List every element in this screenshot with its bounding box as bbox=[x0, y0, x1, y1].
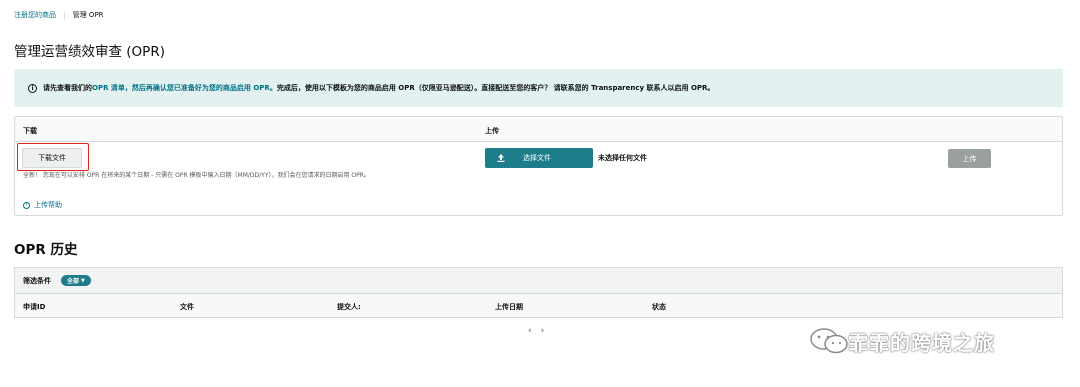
schedule-helper-text: 全新！ 您现在可以安排 OPR 在将来的某个日期 - 只需在 OPR 模板中输入… bbox=[23, 172, 370, 179]
upload-arrow-icon bbox=[497, 154, 505, 162]
column-header-file: 文件 bbox=[180, 303, 194, 311]
chevron-down-icon: ▼ bbox=[81, 277, 85, 284]
pagination-prev-icon[interactable]: ‹ bbox=[528, 326, 532, 336]
banner-text-part1: 请先查看我们的 bbox=[43, 84, 92, 92]
download-header: 下载 bbox=[23, 127, 37, 135]
column-header-request-id: 申请ID bbox=[23, 303, 46, 311]
filter-value: 全部 bbox=[67, 278, 80, 285]
info-icon: i bbox=[28, 83, 37, 93]
wechat-logo-icon bbox=[810, 328, 848, 354]
panel-header: 下载 上传 bbox=[15, 117, 1062, 142]
history-table-header: 申请ID 文件 提交人: 上传日期 状态 bbox=[14, 293, 1063, 318]
download-upload-panel: 下载 上传 下载文件 全新！ 您现在可以安排 OPR 在将来的某个日期 - 只需… bbox=[14, 116, 1063, 216]
watermark-text: 霏霏的跨境之旅 bbox=[848, 330, 995, 355]
breadcrumb-link-register-products[interactable]: 注册您的商品 bbox=[14, 10, 56, 20]
column-header-upload-date: 上传日期 bbox=[495, 303, 523, 311]
breadcrumb-separator: | bbox=[63, 10, 66, 20]
info-banner: i 请先查看我们的 OPR 清单，然后再确认您已准备好为您的商品启用 OPR。 … bbox=[14, 69, 1063, 107]
help-circle-icon: ? bbox=[23, 201, 30, 209]
banner-text-part2: 完成后，使用以下模板为您的商品启用 OPR（仅限亚马逊配送）。直接配送至您的客户… bbox=[276, 84, 715, 92]
column-header-submitter: 提交人: bbox=[337, 303, 361, 311]
history-title: OPR 历史 bbox=[14, 242, 78, 258]
filter-label: 筛选条件 bbox=[23, 276, 51, 285]
upload-help-label: 上传帮助 bbox=[34, 201, 62, 209]
pagination: ‹ › bbox=[528, 326, 544, 336]
watermark: 霏霏的跨境之旅 bbox=[808, 325, 1066, 357]
choose-file-label: 选择文件 bbox=[523, 154, 551, 162]
filter-bar: 筛选条件 全部 ▼ bbox=[14, 267, 1063, 293]
download-file-button[interactable]: 下载文件 bbox=[22, 148, 82, 168]
choose-file-button[interactable]: 选择文件 bbox=[485, 148, 593, 168]
column-header-status: 状态 bbox=[652, 303, 666, 311]
banner-opr-checklist-link[interactable]: OPR 清单，然后再确认您已准备好为您的商品启用 OPR。 bbox=[92, 83, 277, 93]
no-file-selected-text: 未选择任何文件 bbox=[598, 154, 647, 162]
pagination-next-icon[interactable]: › bbox=[541, 326, 545, 336]
upload-header: 上传 bbox=[485, 127, 499, 135]
breadcrumb: 注册您的商品 | 管理 OPR bbox=[14, 10, 104, 20]
page-title: 管理运营绩效审查 (OPR) bbox=[14, 44, 165, 60]
upload-help-link[interactable]: ? 上传帮助 bbox=[23, 200, 62, 210]
filter-dropdown[interactable]: 全部 ▼ bbox=[61, 275, 91, 286]
breadcrumb-current: 管理 OPR bbox=[72, 11, 104, 19]
upload-button[interactable]: 上传 bbox=[948, 149, 991, 168]
